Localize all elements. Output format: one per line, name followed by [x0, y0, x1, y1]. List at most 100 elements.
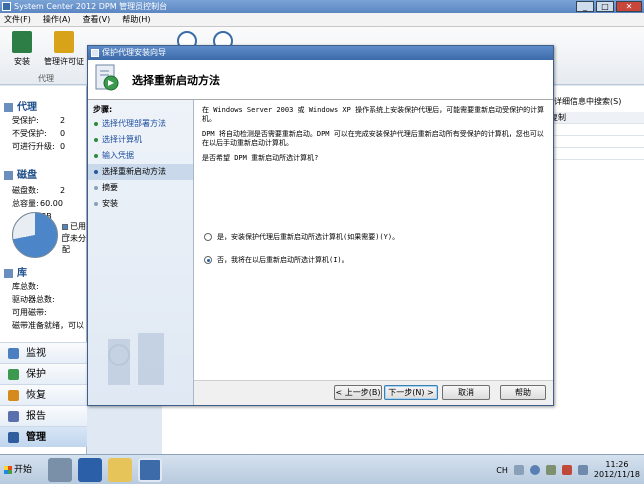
dialog-icon: [91, 49, 99, 57]
step-deploy-method[interactable]: 选择代理部署方法: [88, 116, 193, 132]
disk-usage-pie: [12, 212, 58, 258]
workspace-nav: 监视 保护 恢复 报告 管理: [0, 342, 87, 447]
next-button[interactable]: 下一步(N) >: [384, 385, 438, 400]
minimize-button[interactable]: _: [576, 1, 594, 12]
nav-report[interactable]: 报告: [0, 405, 87, 426]
dpm-console-icon[interactable]: [138, 458, 162, 482]
agents-heading[interactable]: 代理: [4, 98, 37, 113]
detect-text: DPM 将自动检测是否需要重新启动。DPM 可以在完成安装保护代理后重新启动所有…: [202, 130, 544, 147]
kv-value: 2: [60, 186, 66, 195]
maximize-button[interactable]: □: [596, 1, 614, 12]
app-title: System Center 2012 DPM 管理员控制台: [14, 2, 168, 11]
agents-icon: [4, 102, 13, 112]
app-icon: [2, 2, 11, 11]
keyboard-icon[interactable]: [513, 465, 524, 475]
system-tray: CH 11:26 2012/11/18: [496, 455, 640, 484]
agents-upgradable: 可进行升级: 0: [12, 140, 65, 153]
disks-heading[interactable]: 磁盘: [4, 166, 37, 181]
radio-no[interactable]: [204, 256, 212, 264]
license-icon: [54, 31, 74, 53]
clock[interactable]: 11:26 2012/11/18: [594, 460, 640, 480]
back-button[interactable]: < 上一步(B): [334, 385, 382, 400]
disk-icon: [4, 170, 13, 180]
drive-total: 驱动器总数:: [12, 295, 55, 304]
cancel-button[interactable]: 取消: [442, 385, 490, 400]
network-icon[interactable]: [545, 465, 556, 475]
help-tray-icon[interactable]: [529, 465, 540, 475]
kv-label: 受保护:: [12, 116, 39, 125]
libraries-heading[interactable]: 库: [4, 264, 27, 279]
step-dot: [94, 154, 98, 158]
details-search-label[interactable]: 详细信息中搜索(S): [554, 96, 621, 107]
disk-count: 磁盘数: 2: [12, 184, 65, 197]
app-titlebar: System Center 2012 DPM 管理员控制台 _ □ ✕: [0, 0, 644, 13]
left-nav: 代理 受保护: 2 不受保护: 0 可进行升级: 0 磁盘 磁盘数: 2 总容量: 60.…: [0, 86, 87, 454]
step-summary: 摘要: [88, 180, 193, 196]
manage-license-button[interactable]: 管理许可证: [42, 31, 86, 67]
install-button[interactable]: 安装: [8, 31, 36, 67]
dialog-button-bar: < 上一步(B) 下一步(N) > 取消 帮助: [194, 380, 553, 405]
menu-help[interactable]: 帮助(H): [122, 13, 150, 26]
manage-license-label: 管理许可证: [44, 57, 84, 66]
nav-recover[interactable]: 恢复: [0, 384, 87, 405]
nav-monitor[interactable]: 监视: [0, 342, 87, 363]
step-dot: [94, 122, 98, 126]
step-credentials[interactable]: 输入凭据: [88, 148, 193, 164]
close-button[interactable]: ✕: [616, 1, 642, 12]
wizard-content: 在 Windows Server 2003 或 Windows XP 操作系统上…: [194, 100, 553, 380]
table-row[interactable]: [546, 148, 644, 160]
kv-label: 不受保护:: [12, 129, 47, 138]
step-dot: [94, 138, 98, 142]
kv-label: 可进行升级:: [12, 142, 55, 151]
step-label: 选择重新启动方法: [102, 167, 166, 176]
protect-icon: [8, 369, 19, 380]
report-icon: [8, 411, 19, 422]
language-indicator[interactable]: CH: [496, 466, 508, 475]
agents-protected: 受保护: 2: [12, 114, 65, 127]
start-button[interactable]: 开始: [2, 461, 38, 479]
question-text: 是否希望 DPM 重新启动所选计算机?: [202, 154, 319, 162]
menu-action[interactable]: 操作(A): [43, 13, 71, 26]
legend-swatch: [62, 235, 68, 242]
help-button[interactable]: 帮助: [500, 385, 546, 400]
explorer-icon[interactable]: [108, 458, 132, 482]
server-watermark-icon: [108, 333, 164, 385]
server-manager-icon[interactable]: [48, 458, 72, 482]
option-restart-yes[interactable]: 是，安装保护代理后重新启动所选计算机(如果需要)(Y)。: [204, 232, 399, 242]
step-label: 选择计算机: [102, 135, 142, 144]
table-row[interactable]: [546, 124, 644, 136]
action-center-icon[interactable]: [561, 465, 572, 475]
library-icon: [4, 268, 13, 278]
nav-label: 保护: [26, 369, 46, 380]
radio-yes[interactable]: [204, 233, 212, 241]
nav-protect[interactable]: 保护: [0, 363, 87, 384]
monitor-icon: [8, 348, 19, 359]
step-dot: [94, 202, 98, 206]
option-restart-no[interactable]: 否，我将在以后重新启动所选计算机(I)。: [204, 255, 349, 265]
step-install: 安装: [88, 196, 193, 212]
step-select-computers[interactable]: 选择计算机: [88, 132, 193, 148]
clock-time: 11:26: [605, 460, 629, 469]
disk-capacity: 总容量:60.00 GB: [12, 197, 63, 221]
powershell-icon[interactable]: [78, 458, 102, 482]
kv-label: 总容量:: [12, 199, 39, 208]
kv-value: 2: [60, 116, 66, 125]
step-restart-method[interactable]: 选择重新启动方法: [88, 164, 193, 180]
step-label: 安装: [102, 199, 118, 208]
install-icon: [12, 31, 32, 53]
nav-label: 恢复: [26, 390, 46, 401]
clock-date: 2012/11/18: [593, 470, 640, 479]
libraries-title: 库: [17, 268, 27, 279]
menu-view[interactable]: 查看(V): [83, 13, 111, 26]
nav-manage[interactable]: 管理: [0, 426, 87, 447]
agents-title: 代理: [17, 102, 37, 113]
kv-value: 0: [60, 129, 66, 138]
volume-icon[interactable]: [577, 465, 588, 475]
menu-file[interactable]: 文件(F): [4, 13, 31, 26]
available-tapes: 可用磁带:: [12, 308, 47, 317]
agents-unprotected: 不受保护: 0: [12, 127, 65, 140]
table-row[interactable]: [546, 136, 644, 148]
kv-value: 0: [60, 142, 66, 151]
column-header[interactable]: 复制: [546, 112, 644, 124]
wizard-icon: [95, 64, 119, 91]
